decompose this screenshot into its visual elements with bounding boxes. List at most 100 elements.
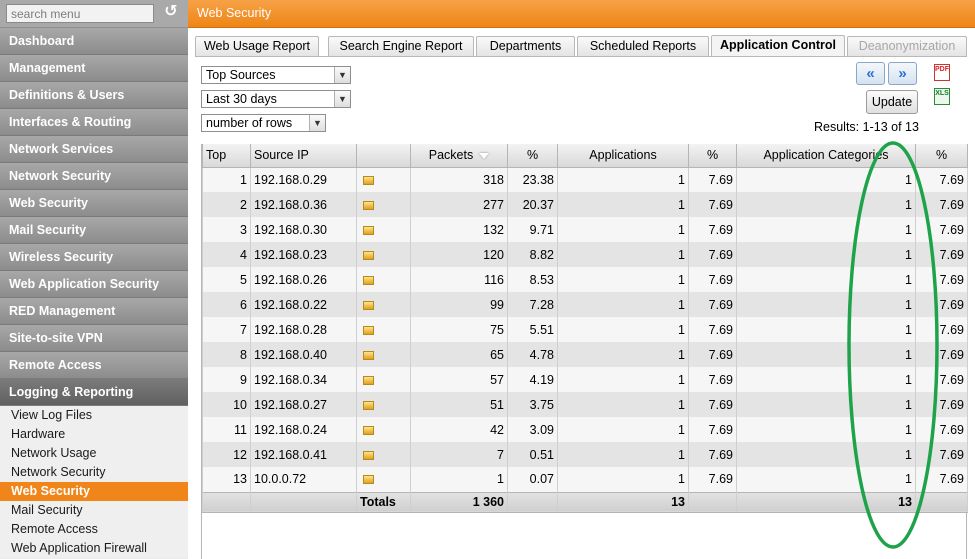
previous-page-button[interactable]: « <box>856 62 885 85</box>
packets-percent-cell: 0.07 <box>507 467 558 492</box>
details-icon[interactable] <box>363 375 374 385</box>
period-select[interactable]: Last 30 days ▼ <box>201 90 351 108</box>
details-icon[interactable] <box>363 275 374 285</box>
details-icon[interactable] <box>363 400 374 410</box>
sidebar-subitem-network-usage[interactable]: Network Usage <box>0 444 188 463</box>
categories-cell: 1 <box>736 392 916 417</box>
col-applications-percent-label: % <box>706 148 719 163</box>
categories-cell: 1 <box>736 242 916 267</box>
next-page-button[interactable]: » <box>888 62 917 85</box>
col-applications-header[interactable]: Applications <box>557 144 689 168</box>
details-icon[interactable] <box>363 250 374 260</box>
sidebar-subitem-web-application-firewall[interactable]: Web Application Firewall <box>0 539 188 558</box>
table-row: 13 10.0.0.72 1 0.07 1 7.69 1 7.69 <box>202 467 968 492</box>
packets-percent-cell: 23.38 <box>507 167 558 192</box>
sidebar-subitem-web-security[interactable]: Web Security <box>0 482 188 501</box>
details-cell <box>356 442 411 467</box>
categories-percent-cell: 7.69 <box>915 167 968 192</box>
sidebar-item-web-security[interactable]: Web Security <box>0 190 188 217</box>
packets-cell: 57 <box>410 367 508 392</box>
details-icon[interactable] <box>363 175 374 185</box>
packets-cell: 1 <box>410 467 508 492</box>
packets-percent-cell: 5.51 <box>507 317 558 342</box>
table-row: 1 192.168.0.29 318 23.38 1 7.69 1 7.69 <box>202 167 968 192</box>
details-cell <box>356 292 411 317</box>
col-packets-header[interactable]: Packets <box>410 144 508 168</box>
details-cell <box>356 217 411 242</box>
source-ip-cell: 192.168.0.26 <box>250 267 357 292</box>
applications-cell: 1 <box>557 242 689 267</box>
totals-label: Totals <box>356 491 411 513</box>
update-button[interactable]: Update <box>866 90 918 114</box>
details-icon[interactable] <box>363 225 374 235</box>
tab-departments[interactable]: Departments <box>476 36 575 56</box>
col-top-header[interactable]: Top <box>202 144 251 168</box>
sidebar-item-mail-security[interactable]: Mail Security <box>0 217 188 244</box>
packets-cell: 42 <box>410 417 508 442</box>
sidebar-subitem-mail-security[interactable]: Mail Security <box>0 501 188 520</box>
categories-cell: 1 <box>736 317 916 342</box>
applications-percent-cell: 7.69 <box>688 367 737 392</box>
applications-percent-cell: 7.69 <box>688 442 737 467</box>
sub-nav-list: View Log Files Hardware Network Usage Netwo… <box>0 406 188 558</box>
sidebar-item-wireless-security[interactable]: Wireless Security <box>0 244 188 271</box>
rank-cell: 8 <box>202 342 251 367</box>
tab-web-usage-report[interactable]: Web Usage Report <box>195 36 319 56</box>
table-row: 2 192.168.0.36 277 20.37 1 7.69 1 7.69 <box>202 192 968 217</box>
applications-percent-cell: 7.69 <box>688 167 737 192</box>
details-icon[interactable] <box>363 325 374 335</box>
sidebar-subitem-network-security[interactable]: Network Security <box>0 463 188 482</box>
source-ip-cell: 192.168.0.36 <box>250 192 357 217</box>
tab-scheduled-reports[interactable]: Scheduled Reports <box>577 36 709 56</box>
applications-cell: 1 <box>557 342 689 367</box>
xls-export-icon[interactable]: XLS <box>934 88 950 105</box>
applications-percent-cell: 7.69 <box>688 242 737 267</box>
sidebar-subitem-hardware[interactable]: Hardware <box>0 425 188 444</box>
report-table: Top Source IP Packets% Applications% Applica… <box>201 144 968 559</box>
packets-cell: 277 <box>410 192 508 217</box>
sidebar-item-management[interactable]: Management <box>0 55 188 82</box>
sidebar-item-definitions-users[interactable]: Definitions & Users <box>0 82 188 109</box>
source-ip-cell: 192.168.0.40 <box>250 342 357 367</box>
packets-cell: 51 <box>410 392 508 417</box>
categories-cell: 1 <box>736 467 916 492</box>
sidebar-subitem-view-log-files[interactable]: View Log Files <box>0 406 188 425</box>
details-icon[interactable] <box>363 425 374 435</box>
details-icon[interactable] <box>363 200 374 210</box>
pdf-export-icon[interactable]: PDF <box>934 64 950 81</box>
refresh-icon[interactable]: ↺ <box>162 3 180 21</box>
sidebar-item-dashboard[interactable]: Dashboard <box>0 28 188 55</box>
col-application-categories-header[interactable]: Application Categories <box>736 144 916 168</box>
view-select[interactable]: Top Sources ▼ <box>201 66 351 84</box>
sidebar-item-logging-reporting[interactable]: Logging & Reporting <box>0 379 188 406</box>
table-row: 5 192.168.0.26 116 8.53 1 7.69 1 7.69 <box>202 267 968 292</box>
categories-percent-cell: 7.69 <box>915 192 968 217</box>
tab-application-control[interactable]: Application Control <box>711 35 845 57</box>
rank-cell: 9 <box>202 367 251 392</box>
rows-select[interactable]: number of rows ▼ <box>201 114 326 132</box>
categories-cell: 1 <box>736 267 916 292</box>
sidebar-item-network-security[interactable]: Network Security <box>0 163 188 190</box>
search-input[interactable] <box>6 4 154 23</box>
sidebar-item-interfaces-routing[interactable]: Interfaces & Routing <box>0 109 188 136</box>
chevron-down-icon: ▼ <box>309 115 325 131</box>
table-row: 6 192.168.0.22 99 7.28 1 7.69 1 7.69 <box>202 292 968 317</box>
categories-percent-cell: 7.69 <box>915 442 968 467</box>
sidebar-subitem-remote-access[interactable]: Remote Access <box>0 520 188 539</box>
sidebar-item-web-application-security[interactable]: Web Application Security <box>0 271 188 298</box>
sidebar-item-remote-access[interactable]: Remote Access <box>0 352 188 379</box>
col-packets-percent-header[interactable]: % <box>507 144 558 168</box>
details-icon[interactable] <box>363 450 374 460</box>
sidebar-item-network-services[interactable]: Network Services <box>0 136 188 163</box>
col-applications-percent-header[interactable]: % <box>688 144 737 168</box>
tab-search-engine-report[interactable]: Search Engine Report <box>328 36 474 56</box>
sidebar-item-red-management[interactable]: RED Management <box>0 298 188 325</box>
source-ip-cell: 192.168.0.30 <box>250 217 357 242</box>
col-categories-percent-header[interactable]: % <box>915 144 968 168</box>
col-categories-percent-label: % <box>935 148 948 163</box>
details-icon[interactable] <box>363 300 374 310</box>
details-icon[interactable] <box>363 475 374 485</box>
details-icon[interactable] <box>363 350 374 360</box>
col-source-ip-header[interactable]: Source IP <box>250 144 357 168</box>
sidebar-item-site-to-site-vpn[interactable]: Site-to-site VPN <box>0 325 188 352</box>
